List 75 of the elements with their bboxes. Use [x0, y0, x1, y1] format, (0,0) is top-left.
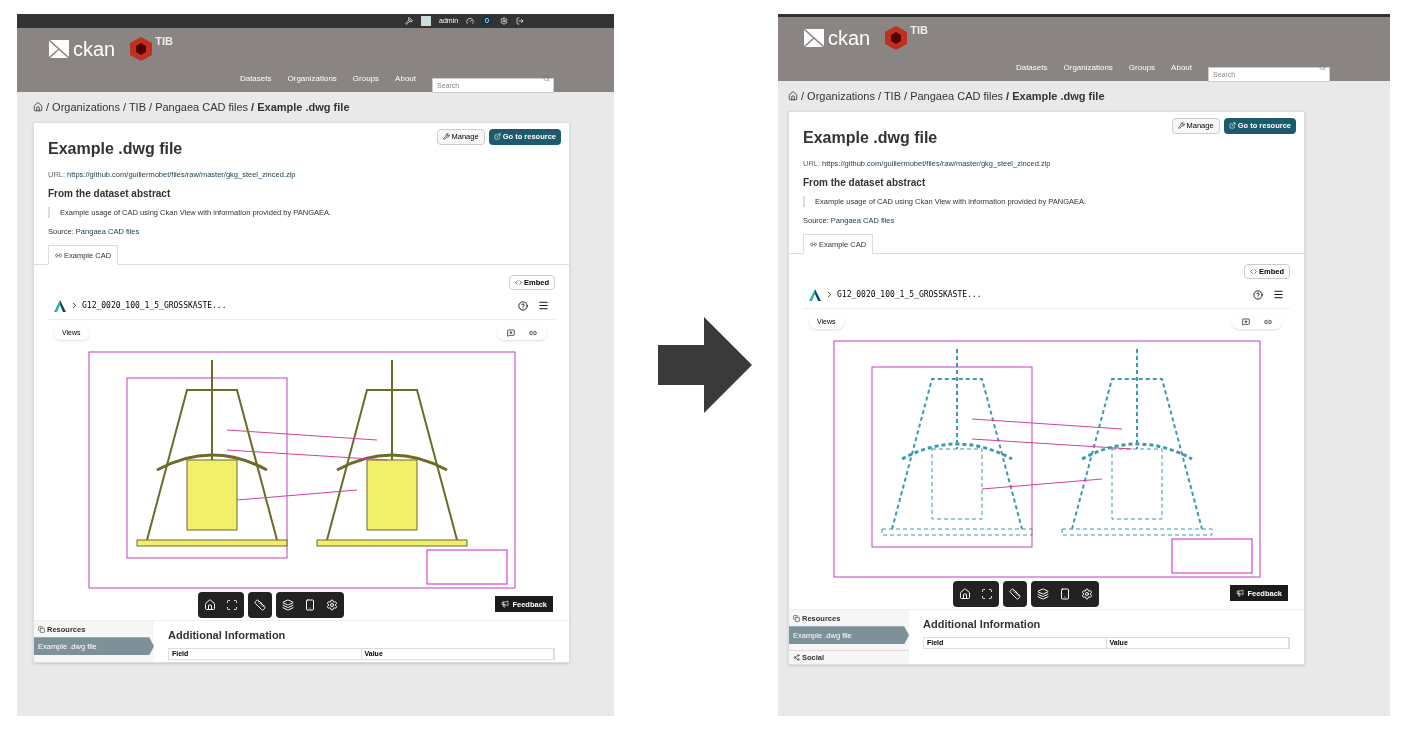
code-icon: [1250, 268, 1257, 276]
chevron-icon: [825, 290, 834, 300]
avatar-icon: [421, 16, 431, 26]
wrench-icon: [442, 133, 450, 140]
properties-icon[interactable]: [304, 599, 316, 612]
nav-link[interactable]: Groups: [1128, 61, 1156, 74]
breadcrumb-link[interactable]: / Example .dwg file: [251, 99, 350, 116]
nav-link[interactable]: Groups: [352, 72, 380, 85]
nav-link[interactable]: Organizations: [287, 72, 337, 85]
nav-link[interactable]: About: [1171, 61, 1192, 74]
partner-logo-text: TIB: [910, 25, 928, 36]
copy-icon: [793, 614, 800, 622]
breadcrumb-link[interactable]: / Pangaea CAD files: [149, 99, 249, 116]
abstract-heading: From the dataset abstract: [803, 175, 927, 190]
megaphone-icon: [501, 600, 510, 609]
link-icon[interactable]: [529, 329, 537, 338]
comment-icon[interactable]: [507, 329, 515, 338]
file-name: G12_0020_100_1_5_GROSSKASTE...: [837, 288, 982, 301]
page-title: Example .dwg file: [48, 138, 183, 159]
logout-icon[interactable]: [516, 17, 524, 25]
help-icon[interactable]: [1253, 289, 1263, 300]
nav-link[interactable]: Organizations: [1063, 61, 1113, 74]
megaphone-icon: [1236, 589, 1245, 598]
external-link-icon: [1228, 122, 1236, 129]
settings-icon[interactable]: [326, 599, 338, 612]
breadcrumb-link[interactable]: / Example .dwg file: [1006, 88, 1105, 105]
nav-link[interactable]: Datasets: [239, 72, 272, 85]
section-heading: Additional Information: [168, 628, 287, 644]
breadcrumb-link[interactable]: / Organizations: [801, 88, 875, 105]
breadcrumb-link[interactable]: / Pangaea CAD files: [904, 88, 1004, 105]
breadcrumb-link[interactable]: / TIB: [878, 88, 901, 105]
search-icon: [1319, 64, 1326, 71]
fit-view-icon[interactable]: [981, 588, 993, 601]
link-icon: [55, 251, 62, 259]
logo-text: ckan: [73, 39, 116, 59]
section-heading: Additional Information: [923, 617, 1042, 633]
breadcrumb-link[interactable]: / Organizations: [46, 99, 120, 116]
layers-icon[interactable]: [1037, 588, 1049, 601]
partner-logo-text: TIB: [155, 36, 173, 47]
search-icon: [543, 75, 550, 82]
breadcrumb-link[interactable]: / TIB: [123, 99, 146, 116]
abstract-heading: From the dataset abstract: [48, 186, 172, 201]
menu-icon[interactable]: [538, 300, 549, 312]
menu-icon[interactable]: [1273, 289, 1284, 301]
triangle-logo-icon: [809, 288, 821, 301]
layers-icon[interactable]: [282, 599, 294, 612]
ruler-icon[interactable]: [1009, 588, 1021, 601]
envelope-logo-icon: [804, 29, 824, 47]
page-title: Example .dwg file: [803, 127, 938, 148]
copy-icon: [38, 625, 45, 633]
chevron-icon: [70, 301, 79, 311]
hammer-icon[interactable]: [405, 17, 413, 25]
code-icon: [515, 279, 522, 287]
envelope-logo-icon: [49, 40, 69, 58]
link-icon: [810, 240, 817, 248]
help-icon[interactable]: [518, 300, 528, 311]
wrench-icon: [1177, 122, 1185, 129]
hexagon-logo-icon: [884, 25, 909, 51]
properties-icon[interactable]: [1059, 588, 1071, 601]
nav-link[interactable]: About: [395, 72, 416, 85]
settings-icon[interactable]: [500, 17, 508, 25]
ruler-icon[interactable]: [254, 599, 266, 612]
logo-text: ckan: [828, 28, 871, 48]
file-name: G12_0020_100_1_5_GROSSKASTE...: [82, 299, 227, 312]
right-arrow-icon: [658, 317, 752, 413]
hexagon-logo-icon: [129, 36, 154, 62]
fit-view-icon[interactable]: [226, 599, 238, 612]
nav-link[interactable]: Datasets: [1015, 61, 1048, 74]
dashboard-icon[interactable]: [466, 17, 475, 25]
share-icon: [793, 654, 800, 662]
settings-icon[interactable]: [1081, 588, 1093, 601]
link-icon[interactable]: [1264, 318, 1272, 327]
external-link-icon: [493, 133, 501, 140]
comment-icon[interactable]: [1242, 318, 1250, 327]
triangle-logo-icon: [54, 299, 66, 312]
